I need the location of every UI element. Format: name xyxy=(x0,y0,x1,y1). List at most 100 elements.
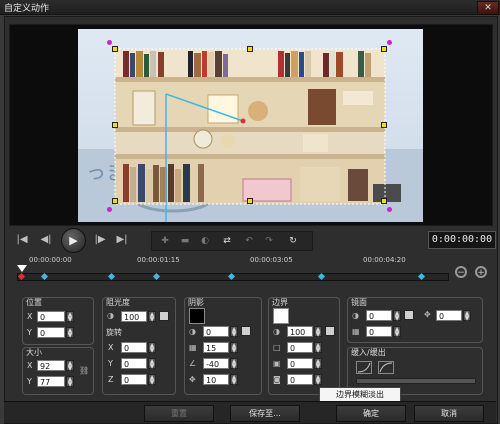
timeline[interactable]: 00:00:00:00 00:00:01:15 00:00:03:05 00:0… xyxy=(9,256,491,290)
remove-keyframe-icon[interactable]: ▬ xyxy=(176,233,194,249)
corner-handle[interactable] xyxy=(381,46,387,52)
timeline-tick: 00:00:00:00 xyxy=(29,256,72,264)
mirror-move-icon: ✥ xyxy=(424,310,431,319)
shadow-blur-field[interactable]: 15 xyxy=(203,342,229,353)
shadow-angle-spinner[interactable]: ▲ ▼ xyxy=(230,358,238,370)
title-bar xyxy=(0,0,500,15)
rotation-z-field[interactable]: 0 xyxy=(121,374,147,385)
go-end-button[interactable]: ▶| xyxy=(113,231,131,249)
edge-handle[interactable] xyxy=(112,122,118,128)
rotation-z-spinner[interactable]: ▲ ▼ xyxy=(148,374,156,386)
border-softness-field[interactable]: 0 xyxy=(287,358,313,369)
rotate-handle[interactable] xyxy=(387,40,392,45)
play-button[interactable]: ▶ xyxy=(61,228,86,253)
shadow-angle-field[interactable]: -40 xyxy=(203,358,229,369)
rotation-y-field[interactable]: 0 xyxy=(121,358,147,369)
edge-handle[interactable] xyxy=(247,46,253,52)
opacity-spinner[interactable]: ▲ ▼ xyxy=(148,311,156,323)
position-y-field[interactable]: 0 xyxy=(37,327,65,338)
border-preset-button[interactable] xyxy=(325,326,335,336)
rotation-label: 旋转 xyxy=(106,328,122,337)
rotation-y-spinner[interactable]: ▲ ▼ xyxy=(148,358,156,370)
shadow-distance-icon: ✥ xyxy=(189,375,196,384)
mirror-blur-field[interactable]: 0 xyxy=(366,326,392,337)
corner-handle[interactable] xyxy=(112,46,118,52)
size-y-spinner[interactable]: ▲ ▼ xyxy=(66,376,74,388)
reverse-icon[interactable]: ◐ xyxy=(196,233,214,249)
rotation-z-label: Z xyxy=(108,375,114,384)
border-fade-field[interactable]: 0 xyxy=(287,374,313,385)
shadow-blur-spinner[interactable]: ▲ ▼ xyxy=(230,342,238,354)
mirror-preset-button[interactable] xyxy=(404,310,414,320)
zoom-out-icon[interactable]: − xyxy=(455,266,467,278)
mirror-blur-spinner[interactable]: ▲ ▼ xyxy=(393,326,401,338)
size-x-spinner[interactable]: ▲ ▼ xyxy=(66,360,74,372)
mirror-offset-spinner[interactable]: ▲ ▼ xyxy=(463,310,471,322)
shadow-opacity-spinner[interactable]: ▲ ▼ xyxy=(230,326,238,338)
timecode-display[interactable]: 0:00:00:00 xyxy=(428,231,496,249)
window-title: 自定义动作 xyxy=(4,4,50,14)
border-opacity-spinner[interactable]: ▲ ▼ xyxy=(314,326,322,338)
border-opacity-field[interactable]: 100 xyxy=(287,326,313,337)
shadow-preset-button[interactable] xyxy=(241,326,251,336)
border-fade-spinner[interactable]: ▲ ▼ xyxy=(314,374,322,386)
rotate-handle[interactable] xyxy=(387,207,392,212)
opacity-label: 阻光度 xyxy=(106,298,130,307)
preview-video[interactable]: っま xyxy=(78,29,423,222)
border-softness-spinner[interactable]: ▲ ▼ xyxy=(314,358,322,370)
rotate-handle[interactable] xyxy=(107,40,112,45)
mirror-opacity-spinner[interactable]: ▲ ▼ xyxy=(393,310,401,322)
go-start-button[interactable]: |◀ xyxy=(13,231,31,249)
shadow-blur-icon: ▦ xyxy=(189,343,197,352)
rotation-x-field[interactable]: 0 xyxy=(121,342,147,353)
ease-out-icon[interactable] xyxy=(378,361,394,374)
position-y-spinner[interactable]: ▲ ▼ xyxy=(66,327,74,339)
mirror-opacity-field[interactable]: 0 xyxy=(366,310,392,321)
opacity-field[interactable]: 100 xyxy=(121,311,147,322)
video-frame-image: っま xyxy=(78,29,423,222)
rotation-y-label: Y xyxy=(108,359,113,368)
border-label: 边界 xyxy=(272,298,288,307)
playhead[interactable] xyxy=(17,265,27,272)
mirror-label: 镜面 xyxy=(351,298,367,307)
save-to-button[interactable]: 保存至... xyxy=(230,405,300,422)
edge-handle[interactable] xyxy=(381,122,387,128)
border-color-swatch[interactable] xyxy=(273,308,289,324)
size-x-field[interactable]: 92 xyxy=(37,360,65,371)
corner-handle[interactable] xyxy=(381,198,387,204)
zoom-in-icon[interactable]: + xyxy=(475,266,487,278)
swap-icon[interactable]: ⇄ xyxy=(218,233,236,249)
position-x-field[interactable]: 0 xyxy=(37,311,65,322)
size-y-field[interactable]: 77 xyxy=(37,376,65,387)
timeline-tick: 00:00:01:15 xyxy=(137,256,180,264)
shadow-opacity-icon: ◑ xyxy=(189,327,196,336)
opacity-preset-button[interactable] xyxy=(159,311,169,321)
corner-handle[interactable] xyxy=(112,198,118,204)
rotation-x-spinner[interactable]: ▲ ▼ xyxy=(148,342,156,354)
rotate-handle[interactable] xyxy=(107,207,112,212)
link-icon[interactable]: ⛓ xyxy=(79,366,89,375)
shadow-opacity-field[interactable]: 0 xyxy=(203,326,229,337)
add-keyframe-icon[interactable]: ✚ xyxy=(156,233,174,249)
shadow-distance-field[interactable]: 10 xyxy=(203,374,229,385)
reset-button[interactable]: 重置 xyxy=(144,405,214,422)
mirror-blur-icon: ▦ xyxy=(352,327,360,336)
next-frame-button[interactable]: |▶ xyxy=(91,231,109,249)
loop-icon[interactable]: ↻ xyxy=(284,233,302,249)
fade-slider[interactable] xyxy=(356,378,476,384)
close-button[interactable]: ✕ xyxy=(477,1,499,15)
ok-button[interactable]: 确定 xyxy=(336,405,406,422)
border-width-spinner[interactable]: ▲ ▼ xyxy=(314,342,322,354)
border-width-field[interactable]: 0 xyxy=(287,342,313,353)
move-right-icon[interactable]: ↷ xyxy=(260,233,278,249)
move-left-icon[interactable]: ↶ xyxy=(240,233,258,249)
shadow-color-swatch[interactable] xyxy=(189,308,205,324)
position-x-spinner[interactable]: ▲ ▼ xyxy=(66,311,74,323)
prev-frame-button[interactable]: ◀| xyxy=(37,231,55,249)
cancel-button[interactable]: 取消 xyxy=(414,405,484,422)
edge-handle[interactable] xyxy=(247,198,253,204)
shadow-distance-spinner[interactable]: ▲ ▼ xyxy=(230,374,238,386)
border-width-icon: □ xyxy=(273,343,281,352)
mirror-offset-field[interactable]: 0 xyxy=(436,310,462,321)
ease-in-icon[interactable] xyxy=(356,361,372,374)
